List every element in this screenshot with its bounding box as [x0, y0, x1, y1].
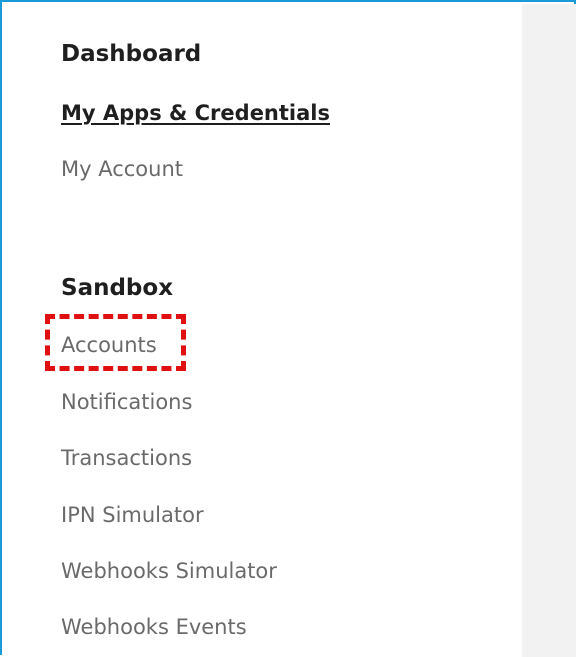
nav-transactions[interactable]: Transactions — [61, 444, 192, 472]
nav-notifications[interactable]: Notifications — [61, 388, 192, 416]
dashboard-heading: Dashboard — [61, 41, 202, 67]
sandbox-heading: Sandbox — [61, 275, 174, 301]
nav-webhooks-simulator[interactable]: Webhooks Simulator — [61, 557, 277, 585]
nav-ipn-simulator[interactable]: IPN Simulator — [61, 501, 204, 529]
nav-webhooks-events[interactable]: Webhooks Events — [61, 613, 247, 641]
window-frame: Dashboard My Apps & Credentials My Accou… — [0, 0, 576, 657]
nav-my-apps-credentials[interactable]: My Apps & Credentials — [61, 99, 330, 127]
content-area — [522, 4, 576, 657]
accounts-highlight-box — [45, 314, 186, 371]
sidebar-nav: Dashboard My Apps & Credentials My Accou… — [4, 4, 522, 657]
nav-my-account[interactable]: My Account — [61, 155, 183, 183]
